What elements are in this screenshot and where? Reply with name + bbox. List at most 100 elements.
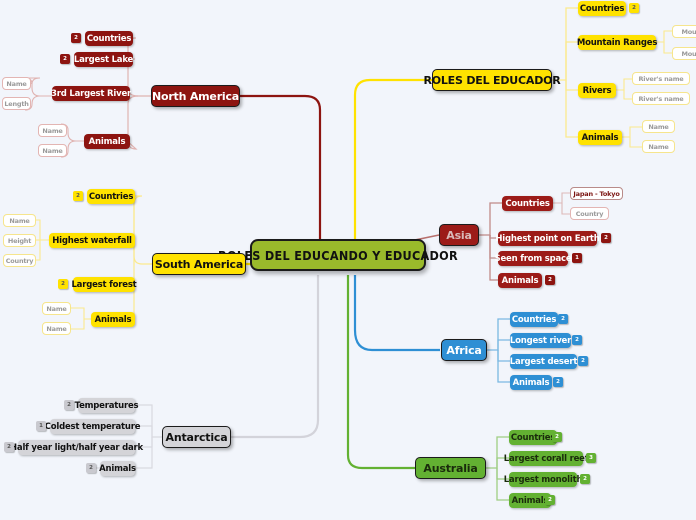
leaf-rde-mountain-name-2[interactable]: Mou [672, 47, 696, 60]
node-na-countries[interactable]: Countries [85, 31, 133, 46]
leaf-label: Name [46, 324, 67, 333]
branch-antarctica[interactable]: Antarctica [162, 426, 231, 448]
node-rde-rivers[interactable]: Rivers [578, 83, 616, 98]
leaf-label: Japan - Tokyo [573, 189, 620, 198]
node-label: Countries [88, 191, 134, 202]
leaf-rde-animal-name-1[interactable]: Name [642, 120, 675, 133]
node-sa-countries[interactable]: Countries [87, 189, 135, 204]
node-an-coldest-temperature[interactable]: Coldest temperature [45, 419, 141, 434]
leaf-na-river-name[interactable]: Name [2, 77, 31, 90]
branch-asia[interactable]: Asia [439, 224, 479, 246]
node-label: Largest Lake [73, 54, 134, 65]
node-label: Largest desert [509, 356, 578, 367]
node-label: Animals [88, 136, 126, 147]
leaf-label: Mou [681, 27, 696, 36]
node-label: Countries [505, 198, 550, 209]
node-an-half-year-light-dark[interactable]: Half year light/half year dark [10, 440, 143, 455]
leaf-label: Name [648, 122, 669, 131]
leaf-asia-japan-tokyo[interactable]: Japan - Tokyo [570, 187, 623, 200]
leaf-sa-waterfall-name[interactable]: Name [3, 214, 36, 227]
node-asia-highest-point[interactable]: Highest point on Earth [495, 231, 600, 246]
badge-an-coldest-temperature: 1 [36, 421, 46, 431]
leaf-label: Length [4, 99, 29, 108]
node-au-largest-corall-reef[interactable]: Largest corall reef [504, 451, 588, 466]
mindmap-canvas: ROLES DEL EDUCANDO Y EDUCADOR North Amer… [0, 0, 696, 520]
node-an-temperatures[interactable]: Temperatures [75, 398, 139, 413]
badge-asia-animals: 2 [545, 275, 555, 285]
branch-south-america-label: South America [154, 257, 244, 271]
node-sa-animals[interactable]: Animals [91, 312, 135, 327]
node-rde-animals[interactable]: Animals [578, 130, 622, 145]
badge-asia-seen-from-space: 1 [572, 253, 582, 263]
node-label: Countries [511, 314, 557, 325]
node-asia-seen-from-space[interactable]: Seen from space [495, 251, 572, 266]
leaf-rde-river-name-1[interactable]: River's name [632, 72, 690, 85]
badge-au-animals: 2 [545, 495, 555, 505]
leaf-na-animal-name-1[interactable]: Name [38, 124, 67, 137]
leaf-rde-river-name-2[interactable]: River's name [632, 92, 690, 105]
leaf-label: Height [7, 236, 32, 245]
node-africa-animals[interactable]: Animals [510, 375, 552, 390]
leaf-label: Name [46, 304, 67, 313]
node-label: Highest point on Earth [495, 233, 600, 244]
badge-africa-animals: 2 [553, 377, 563, 387]
node-label: Half year light/half year dark [10, 442, 143, 453]
leaf-na-animal-name-2[interactable]: Name [38, 144, 67, 157]
leaf-na-river-length[interactable]: Length [2, 97, 31, 110]
node-africa-countries[interactable]: Countries [510, 312, 558, 327]
node-an-animals[interactable]: Animals [99, 461, 136, 476]
badge-an-temperatures: 2 [64, 400, 74, 410]
leaf-label: River's name [638, 94, 684, 103]
node-label: Temperatures [74, 400, 139, 411]
branch-australia[interactable]: Australia [415, 457, 486, 479]
leaf-label: Name [6, 79, 27, 88]
leaf-rde-mountain-name-1[interactable]: Mou [672, 25, 696, 38]
node-na-3rd-largest-river[interactable]: 3rd Largest River [51, 86, 131, 101]
branch-north-america[interactable]: North America [151, 85, 240, 107]
node-rde-countries[interactable]: Countries [578, 1, 626, 16]
node-na-largest-lake[interactable]: Largest Lake [74, 52, 133, 67]
badge-au-countries: 2 [552, 432, 562, 442]
node-rde-mountain-ranges[interactable]: Mountain Ranges [576, 35, 658, 50]
branch-antarctica-label: Antarctica [165, 430, 228, 444]
leaf-label: Country [575, 209, 604, 218]
node-au-largest-monolith[interactable]: Largest monolith [504, 472, 583, 487]
node-label: Animals [99, 463, 136, 474]
node-asia-animals[interactable]: Animals [498, 273, 542, 288]
badge-asia-highest-point: 2 [601, 233, 611, 243]
leaf-label: Name [42, 146, 63, 155]
node-asia-countries[interactable]: Countries [502, 196, 553, 211]
central-node[interactable]: ROLES DEL EDUCANDO Y EDUCADOR [218, 239, 458, 271]
node-au-countries[interactable]: Countries [509, 430, 557, 445]
branch-africa[interactable]: Africa [441, 339, 487, 361]
badge-au-largest-corall-reef: 3 [586, 453, 596, 463]
node-sa-highest-waterfall[interactable]: Highest waterfall [49, 233, 135, 248]
central-node-label: ROLES DEL EDUCANDO Y EDUCADOR [218, 247, 458, 263]
branch-roles-del-educador[interactable]: ROLES DEL EDUCADOR [423, 69, 561, 91]
leaf-sa-waterfall-height[interactable]: Height [3, 234, 36, 247]
node-label: Rivers [582, 85, 612, 96]
node-label: Animals [581, 132, 619, 143]
node-na-animals[interactable]: Animals [84, 134, 130, 149]
node-label: Animals [94, 314, 132, 325]
leaf-sa-waterfall-country[interactable]: Country [3, 254, 36, 267]
leaf-sa-animal-name-2[interactable]: Name [42, 322, 71, 335]
branch-south-america[interactable]: South America [152, 253, 246, 275]
leaf-label: Name [9, 216, 30, 225]
node-africa-largest-desert[interactable]: Largest desert [510, 354, 577, 369]
leaf-sa-animal-name-1[interactable]: Name [42, 302, 71, 315]
leaf-label: Country [5, 256, 34, 265]
node-label: Largest corall reef [503, 453, 589, 464]
node-africa-longest-river[interactable]: Longest river [510, 333, 571, 348]
badge-na-largest-lake: 2 [60, 54, 70, 64]
badge-an-half-year-light-dark: 2 [4, 442, 14, 452]
node-label: Mountain Ranges [576, 37, 658, 48]
node-sa-largest-forest[interactable]: Largest forest [71, 277, 137, 292]
badge-au-largest-monolith: 2 [580, 474, 590, 484]
node-label: Animals [511, 495, 549, 506]
node-label: Animals [501, 275, 539, 286]
badge-rde-countries: 2 [629, 3, 639, 13]
leaf-asia-country[interactable]: Country [570, 207, 609, 220]
node-label: Highest waterfall [52, 235, 132, 246]
leaf-rde-animal-name-2[interactable]: Name [642, 140, 675, 153]
